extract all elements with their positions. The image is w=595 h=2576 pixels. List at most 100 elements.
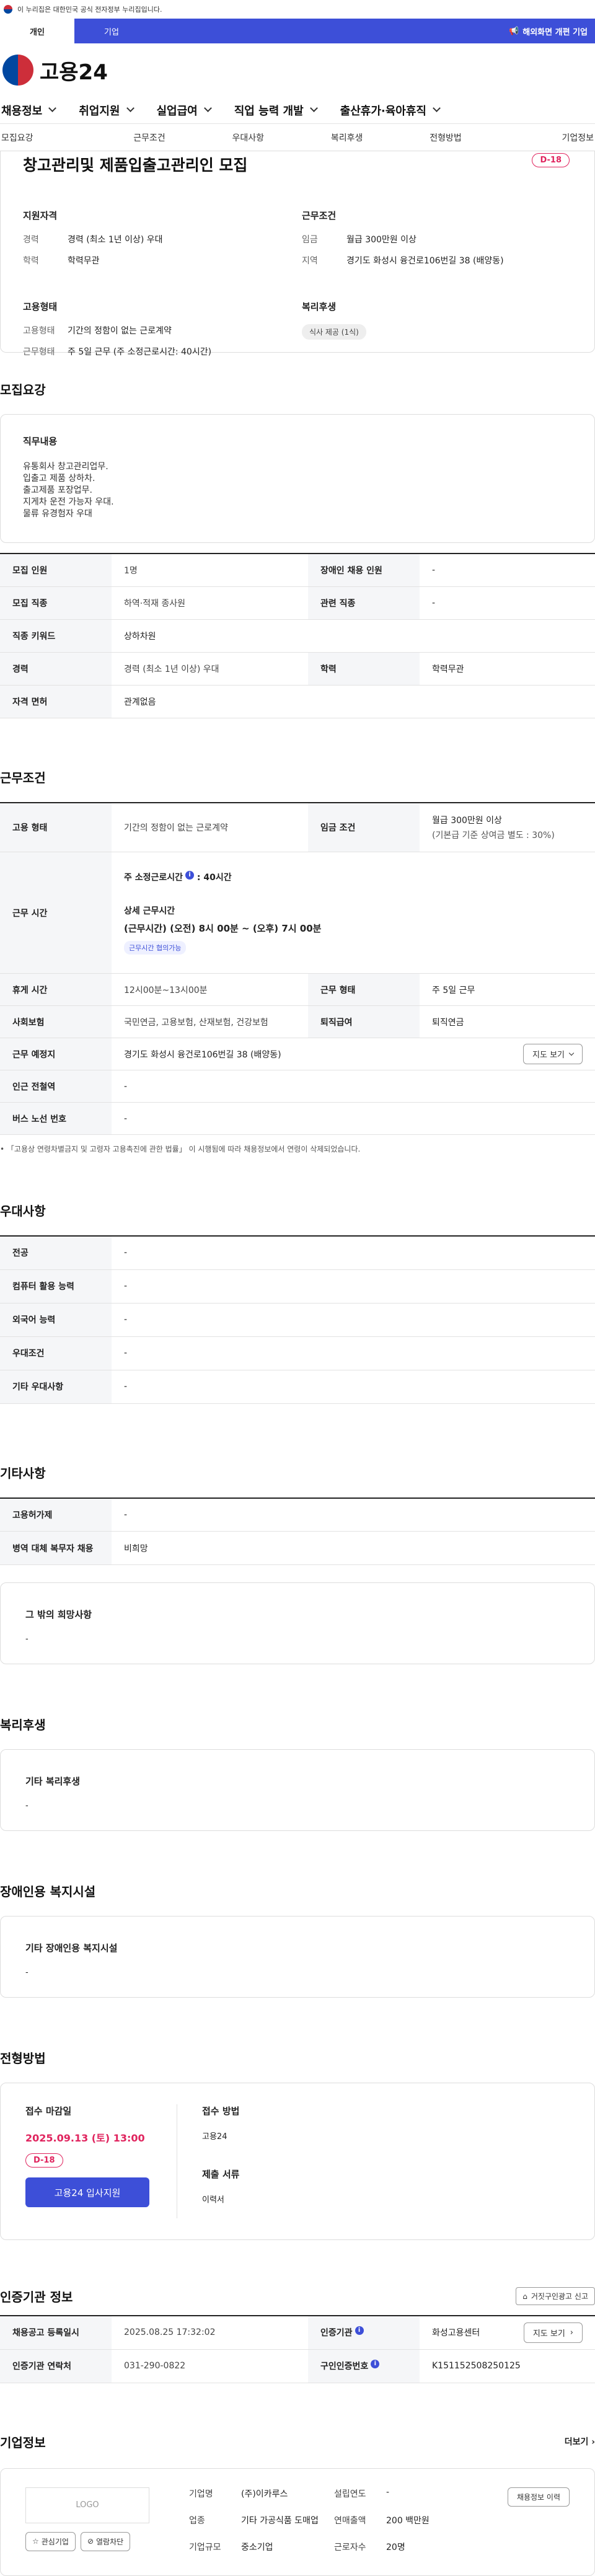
table-row: 인증기관 연락처 031-290-0822 구인인증번호 i K151152508… [0, 2349, 595, 2383]
welfare-box: 기타 복리후생 - [0, 1749, 595, 1831]
table-row: 채용공고 등록일시 2025.08.25 17:32:02 인증기관 i 화성고용… [0, 2316, 595, 2350]
anchor-recruit[interactable]: 모집요강 [1, 131, 100, 144]
wish-title: 그 밖의 희망사항 [25, 1609, 92, 1620]
table-cell: - [420, 586, 595, 620]
pref-table: 전공 - 컴퓨터 활용 능력 - 외국어 능력 - 우대조건 - 기타 우대사항 - [0, 1235, 595, 1404]
field-label: 지역 [302, 256, 318, 266]
table-cell: - [420, 554, 595, 587]
duty-line: 유통회사 창고관리업무. [23, 462, 108, 472]
map-button[interactable]: 지도 보기 [523, 1044, 583, 1064]
cert-map-button[interactable]: 지도 보기 › [523, 2322, 583, 2343]
cert-no-label: 구인인증번호 [320, 2362, 369, 2371]
field-label: 근무형태 [23, 347, 55, 357]
company-header: 기업정보 더보기 › [0, 2433, 595, 2451]
table-header: 버스 노선 번호 [0, 1102, 112, 1135]
weekly-hours-label: 주 소정근로시간 [124, 873, 183, 883]
top-right-label: 해외화면 개편 기업 [522, 27, 588, 37]
nav-item-training[interactable]: 직업 능력 개발 [234, 102, 318, 118]
apply-box: 접수 마감일 2025.09.13 (토) 13:00 D-18 고용24 입사… [0, 2083, 595, 2240]
dday-badge: D-18 [532, 153, 570, 167]
table-header: 전공 [0, 1236, 112, 1270]
table-row: 버스 노선 번호 - [0, 1102, 595, 1135]
disabled-box-value: - [25, 1968, 29, 1977]
field-value: 학력무관 [68, 256, 100, 266]
info-icon[interactable]: i [371, 2360, 380, 2368]
table-row: 근무 시간 주 소정근로시간 i : 40시간 상세 근무시간 (근무시간) (오… [0, 852, 595, 974]
table-header: 퇴직급여 [308, 1005, 420, 1038]
table-header: 모집 인원 [0, 554, 112, 587]
wage-value: 월급 300만원 이상 [432, 815, 502, 826]
apply-button[interactable]: 고용24 입사지원 [25, 2177, 149, 2207]
nav-item-leave[interactable]: 출산휴가·육아휴직 [340, 102, 441, 118]
table-cell: 비희망 [112, 1531, 595, 1565]
logo-text[interactable]: 고용24 [40, 55, 108, 86]
top-bar: 개인 기업 📢 해외화면 개편 기업 [0, 19, 595, 43]
like-button[interactable]: ☆ 관심기업 [25, 2531, 76, 2551]
recruit-table: 모집 인원 1명 장애인 채용 인원 - 모집 직종 하역·적재 종사원 관련 … [0, 553, 595, 718]
anchor-welfare[interactable]: 복리후생 [298, 131, 396, 144]
nav-item-benefit[interactable]: 실업급여 [157, 102, 212, 118]
nav-label: 출산휴가·육아휴직 [340, 104, 426, 118]
info-icon[interactable]: i [185, 871, 195, 880]
anchor-work[interactable]: 근무조건 [100, 131, 198, 144]
nav-item-jobs[interactable]: 채용정보 [1, 102, 57, 118]
section-title-recruit: 모집요강 [0, 382, 46, 397]
table-cell: 경력 (최소 1년 이상) 우대 [112, 652, 308, 686]
wish-box: 그 밖의 희망사항 - [0, 1582, 595, 1664]
weekly-hours-value: 40시간 [203, 873, 232, 883]
table-cell: - [112, 1336, 595, 1370]
table-row: 고용허가제 - [0, 1498, 595, 1532]
table-cell: - [112, 1236, 595, 1270]
table-header: 임금 조건 [308, 802, 420, 852]
condition-group: 근무조건 임금 월급 300만원 이상 지역 경기도 화성시 융건로106번길 38… [302, 209, 572, 275]
duty-box: 직무내용 유통회사 창고관리업무. 입출고 제품 상하차. 출고제품 포장업무.… [0, 414, 595, 543]
table-header: 우대조건 [0, 1336, 112, 1370]
wage-note: (기본급 기준 상여금 별도 : 30%) [432, 830, 555, 840]
table-cell: 031-290-0822 [112, 2349, 308, 2383]
logo-icon[interactable] [2, 55, 33, 86]
info-icon[interactable]: i [355, 2326, 364, 2336]
nav-item-support[interactable]: 취업지원 [79, 102, 134, 118]
table-header: 인증기관 i [308, 2316, 420, 2350]
table-cell: - [112, 1370, 595, 1404]
gov-banner-text: 이 누리집은 대한민국 공식 전자정부 누리집입니다. [17, 6, 162, 14]
table-row: 고용 형태 기간의 정함이 없는 근로계약 임금 조건 월급 300만원 이상 … [0, 802, 595, 852]
table-row: 병역 대체 복무자 채용 비희망 [0, 1531, 595, 1565]
company-field-label: 기업규모 [189, 2543, 221, 2553]
table-header: 경력 [0, 652, 112, 686]
report-button[interactable]: ⌂ 거짓구인광고 신고 [516, 2287, 595, 2305]
anchor-company[interactable]: 기업정보 [495, 131, 594, 144]
section-title-pref: 우대사항 [0, 1204, 46, 1219]
company-field-label: 업종 [189, 2515, 205, 2526]
group-title: 지원자격 [23, 210, 58, 221]
section-title-cert: 인증기관 정보 [0, 2290, 73, 2305]
block-button[interactable]: ⊘ 열람차단 [80, 2531, 131, 2551]
table-cell: 국민연금, 고용보험, 산재보험, 건강보험 [112, 1005, 308, 1038]
table-cell: 하역·적재 종사원 [112, 586, 308, 620]
more-link[interactable]: 더보기 › [565, 2435, 595, 2448]
company-field-value: (주)이카루스 [241, 2489, 288, 2499]
place-value: 경기도 화성시 융건로106번길 38 (배양동) [124, 1049, 281, 1060]
history-button[interactable]: 채용정보 이력 [507, 2487, 570, 2507]
table-row: 전공 - [0, 1236, 595, 1270]
welfare-group: 복리후생 식사 제공 (1식) [302, 300, 572, 366]
docs-value: 이력서 [202, 2195, 224, 2205]
section-title-apply: 전형방법 [0, 2051, 46, 2066]
anchor-pref[interactable]: 우대사항 [199, 131, 298, 144]
chevron-right-icon: › [591, 2437, 595, 2447]
anchor-apply[interactable]: 전형방법 [396, 131, 495, 144]
table-header: 병역 대체 복무자 채용 [0, 1531, 112, 1565]
company-field-value: 중소기업 [241, 2543, 273, 2553]
table-row: 자격 면허 관계없음 [0, 685, 595, 718]
section-title-company: 기업정보 [0, 2435, 46, 2450]
tab-individual[interactable]: 개인 [0, 19, 74, 43]
age-note-text: 「고용상 연령차별금지 및 고령자 고용촉진에 관한 법률」 이 시행됨에 따라… [6, 1145, 361, 1153]
tab-company[interactable]: 기업 [74, 19, 149, 43]
company-logo-col: LOGO ☆ 관심기업 ⊘ 열람차단 [25, 2487, 149, 2557]
table-cell: 주 소정근로시간 i : 40시간 상세 근무시간 (근무시간) (오전) 8시 … [112, 852, 595, 974]
section-title-welfare: 복리후생 [0, 1718, 46, 1732]
detail-hours-value: (근무시간) (오전) 8시 00분 ~ (오후) 7시 00분 [124, 923, 322, 934]
table-header: 자격 면허 [0, 685, 112, 718]
top-right-link[interactable]: 📢 해외화면 개편 기업 [509, 19, 595, 43]
table-cell: - [112, 1070, 595, 1103]
